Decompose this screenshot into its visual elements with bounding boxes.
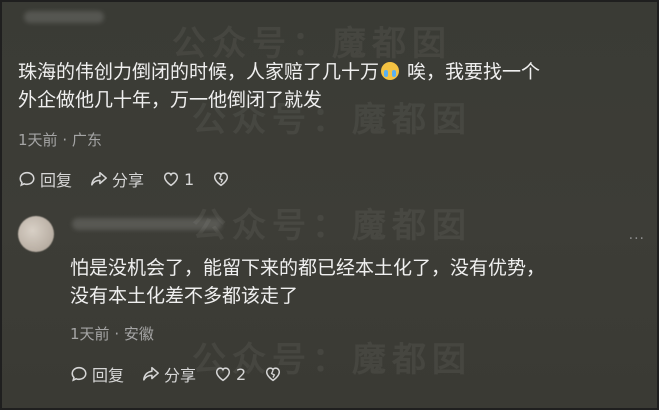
heart-icon bbox=[163, 172, 179, 187]
comment-panel: 公众号：魔都囡 公众号：魔都囡 公众号：魔都囡 公众号：魔都囡 珠海的伟创力倒闭… bbox=[2, 2, 657, 408]
username-blurred[interactable] bbox=[72, 218, 222, 230]
crying-face-icon bbox=[381, 62, 400, 80]
avatar[interactable] bbox=[18, 216, 54, 252]
reply-text-line1: 怕是没机会了，能留下来的都已经本土化了，没有优势， bbox=[70, 257, 546, 279]
meta-separator: · bbox=[114, 325, 120, 343]
broken-heart-icon bbox=[266, 367, 281, 382]
reply-actions: 回复 分享 2 bbox=[70, 362, 282, 386]
heart-icon bbox=[215, 367, 231, 382]
reply-icon bbox=[19, 171, 35, 187]
share-icon bbox=[143, 366, 159, 381]
reply-label: 回复 bbox=[92, 366, 125, 385]
reply-text: 怕是没机会了，能留下来的都已经本土化了，没有优势， 没有本土化差不多都该走了 bbox=[70, 254, 650, 310]
share-label: 分享 bbox=[112, 171, 145, 190]
reply-icon bbox=[71, 366, 87, 382]
comment-time: 1天前 bbox=[18, 131, 58, 149]
like-button[interactable]: 2 bbox=[214, 365, 246, 384]
share-button[interactable]: 分享 bbox=[90, 167, 144, 191]
watermark: 公众号：魔都囡 bbox=[192, 206, 472, 246]
comment-location: 广东 bbox=[71, 131, 102, 149]
dislike-button[interactable] bbox=[212, 170, 230, 188]
reply-meta: 1天前 · 安徽 bbox=[70, 323, 154, 344]
broken-heart-icon bbox=[214, 172, 229, 187]
comment-meta: 1天前 · 广东 bbox=[18, 129, 102, 150]
like-button[interactable]: 1 bbox=[162, 170, 194, 189]
reply-time: 1天前 bbox=[70, 325, 110, 343]
like-count: 1 bbox=[184, 169, 195, 189]
username-blurred[interactable] bbox=[24, 11, 104, 23]
share-icon bbox=[91, 171, 107, 186]
share-label: 分享 bbox=[164, 366, 197, 385]
comment-text: 珠海的伟创力倒闭的时候，人家赔了几十万 唉，我要找一个 外企做他几十年，万一他倒… bbox=[18, 58, 648, 114]
reply-button[interactable]: 回复 bbox=[70, 362, 124, 386]
comment-text-line1: 珠海的伟创力倒闭的时候，人家赔了几十万 bbox=[18, 61, 380, 83]
comment-text-line1-end: 唉，我要找一个 bbox=[401, 61, 541, 83]
reply-label: 回复 bbox=[40, 171, 73, 190]
reply-button[interactable]: 回复 bbox=[18, 167, 72, 191]
comment-actions: 回复 分享 1 bbox=[18, 167, 230, 191]
like-count: 2 bbox=[236, 364, 247, 384]
reply-location: 安徽 bbox=[123, 325, 154, 343]
comment-text-line2: 外企做他几十年，万一他倒闭了就发 bbox=[18, 89, 323, 111]
reply-text-line2: 没有本土化差不多都该走了 bbox=[70, 285, 299, 307]
more-options-icon[interactable]: ··· bbox=[629, 231, 645, 247]
meta-separator: · bbox=[62, 131, 68, 149]
share-button[interactable]: 分享 bbox=[142, 362, 196, 386]
dislike-button[interactable] bbox=[264, 365, 282, 383]
